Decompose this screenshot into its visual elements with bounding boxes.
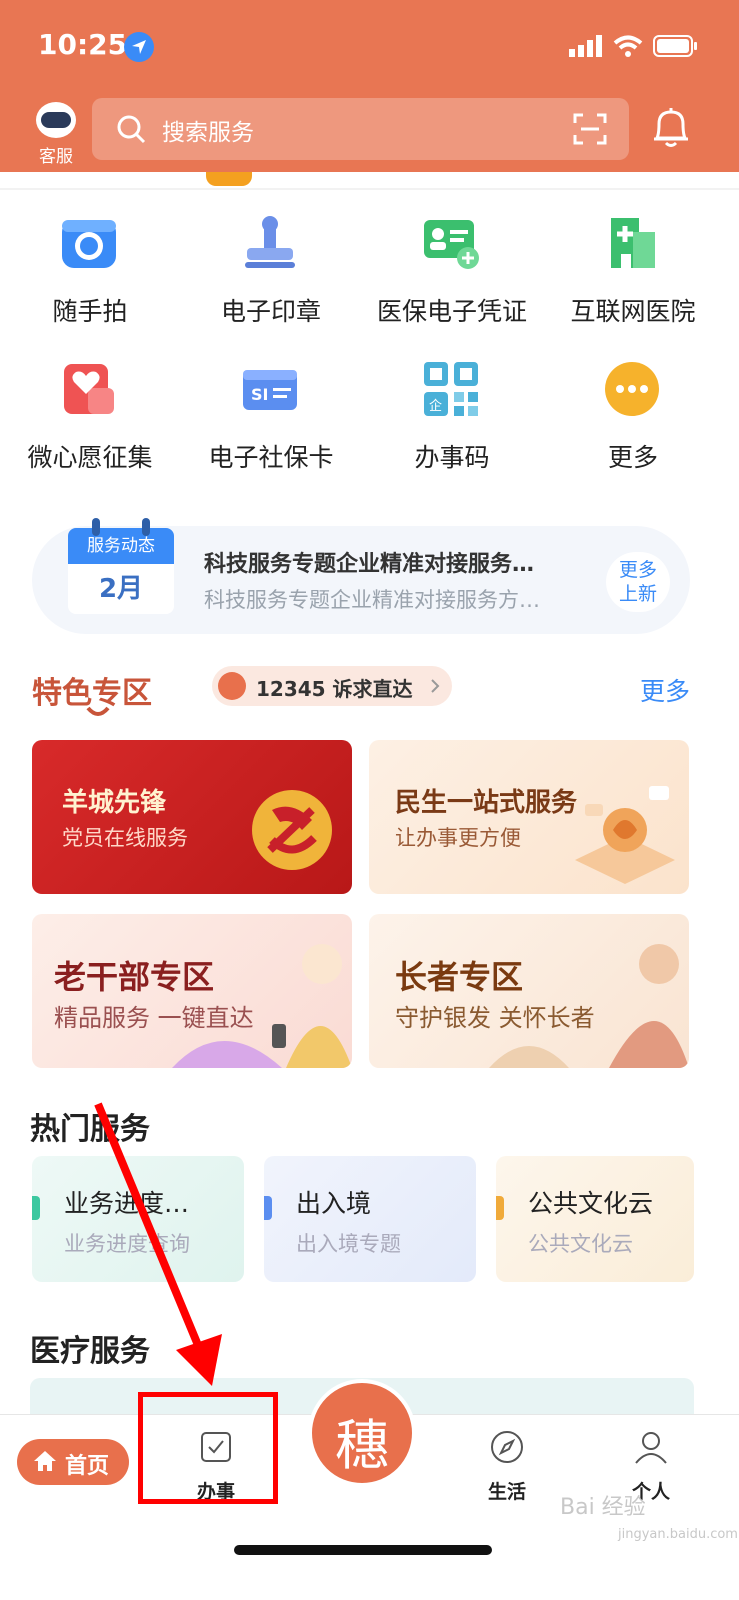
battery-icon [653, 35, 697, 57]
card-one-stop-service[interactable]: 民生一站式服务 让办事更方便 [369, 740, 689, 894]
wifi-icon [613, 35, 643, 57]
search-bar[interactable]: 搜索服务 [92, 98, 629, 160]
grid-item-label: 互联网医院 [570, 297, 696, 326]
calendar-title: 服务动态 [68, 528, 174, 564]
grid-item-medical-card[interactable]: 医保电子凭证 [362, 200, 542, 340]
medical-services-title: 医疗服务 [30, 1334, 150, 1369]
qr-code-icon: 企 [424, 362, 478, 416]
customer-service-label: 客服 [39, 147, 73, 167]
featured-more-link[interactable]: 更多 [640, 672, 690, 708]
bottom-tab-bar: 首页 办事 穗 生活 个人 Bai 经验 jingyan.baidu.com [0, 1379, 739, 1600]
card-title: 老干部专区 [54, 958, 215, 996]
tab-life-label: 生活 [487, 1481, 526, 1503]
card-title: 长者专区 [395, 958, 524, 996]
hot-item-business-progress[interactable]: 业务进度… 业务进度查询 [32, 1156, 244, 1282]
service-illustration [575, 786, 675, 884]
hot-item-title: 出入境 [296, 1189, 372, 1218]
news-subline: 科技服务专题企业精准对接服务方… [204, 588, 540, 612]
hot-services-title: 热门服务 [30, 1112, 150, 1147]
search-icon [117, 115, 146, 144]
annotation-highlight-box [138, 1392, 278, 1504]
medical-card-icon [424, 220, 479, 269]
grid-item-wish[interactable]: 微心愿征集 [0, 346, 180, 486]
hotline-12345-button[interactable]: 12345 诉求直达 [212, 666, 452, 706]
grid-item-hospital[interactable]: 互联网医院 [543, 200, 723, 340]
card-subtitle: 让办事更方便 [395, 826, 521, 850]
hospital-icon [611, 218, 655, 268]
card-subtitle: 党员在线服务 [62, 826, 188, 850]
card-subtitle: 精品服务 一键直达 [54, 1004, 254, 1032]
hot-item-subtitle: 公共文化云 [528, 1232, 633, 1256]
search-placeholder: 搜索服务 [162, 120, 254, 146]
scan-icon [573, 113, 607, 145]
card-veteran-cadres[interactable]: 老干部专区 精品服务 一键直达 [32, 914, 352, 1068]
title-underline-decoration [86, 706, 110, 716]
grid-item-label: 微心愿征集 [27, 443, 153, 472]
wish-icon [64, 364, 114, 414]
compass-icon [491, 1431, 523, 1463]
tab-home[interactable]: 首页 [17, 1439, 129, 1485]
grid-item-camera[interactable]: 随手拍 [0, 200, 180, 340]
city-logo-glyph: 穗 [335, 1414, 389, 1477]
news-headline: 科技服务专题企业精准对接服务… [204, 552, 535, 577]
customer-service-button[interactable]: 客服 [28, 98, 84, 168]
headset-icon [218, 672, 246, 700]
status-indicators [569, 34, 699, 58]
more-icon [605, 362, 659, 416]
hot-item-exit-entry[interactable]: 出入境 出入境专题 [264, 1156, 476, 1282]
app-header: 10:25 客服 搜索服务 [0, 0, 739, 172]
tab-home-label: 首页 [65, 1454, 110, 1479]
location-icon [124, 32, 154, 62]
service-news-bar[interactable]: 服务动态 2月 科技服务专题企业精准对接服务… 科技服务专题企业精准对接服务方…… [32, 518, 690, 634]
svg-text:企: 企 [429, 398, 442, 414]
party-emblem-icon [252, 790, 332, 870]
grid-item-label: 更多 [607, 443, 658, 472]
hotline-label: 12345 诉求直达 [256, 677, 413, 701]
center-logo-button[interactable]: 穗 [308, 1379, 416, 1487]
notification-bell-icon[interactable] [651, 106, 691, 150]
grid-item-qr-code[interactable]: 企 办事码 [362, 346, 542, 486]
hot-item-subtitle: 业务进度查询 [64, 1232, 190, 1256]
tab-life[interactable]: 生活 [462, 1429, 552, 1519]
chevron-right-icon [431, 679, 440, 693]
grid-item-more[interactable]: 更多 [543, 346, 723, 486]
calendar-icon: 服务动态 2月 [68, 518, 174, 622]
hot-item-title: 公共文化云 [528, 1189, 654, 1218]
grid-item-label: 医保电子凭证 [376, 297, 527, 326]
baidu-watermark-url: jingyan.baidu.com [618, 1527, 738, 1542]
grid-item-label: 电子社保卡 [208, 443, 334, 472]
banner-peek [206, 172, 252, 186]
grid-item-stamp[interactable]: 电子印章 [181, 200, 361, 340]
card-seniors[interactable]: 长者专区 守护银发 关怀长者 [369, 914, 689, 1068]
news-more-button[interactable]: 更多 上新 [606, 552, 670, 612]
baidu-watermark: Bai 经验 [560, 1495, 646, 1520]
stamp-icon [245, 216, 295, 268]
grid-item-label: 随手拍 [52, 297, 128, 326]
grid-item-label: 电子印章 [220, 297, 321, 326]
social-card-icon: SI [243, 370, 297, 410]
hot-item-subtitle: 出入境专题 [296, 1232, 401, 1256]
camera-icon [62, 220, 116, 268]
home-indicator [234, 1545, 492, 1555]
status-time: 10:25 [38, 28, 128, 61]
card-title: 民生一站式服务 [395, 788, 578, 818]
hot-item-culture-cloud[interactable]: 公共文化云 公共文化云 [496, 1156, 694, 1282]
signal-icon [569, 35, 602, 57]
user-icon [635, 1432, 667, 1464]
calendar-month: 2月 [68, 564, 174, 614]
grid-item-label: 办事码 [414, 443, 490, 472]
card-party-pioneer[interactable]: 羊城先锋 党员在线服务 [32, 740, 352, 894]
svg-text:SI: SI [251, 385, 268, 404]
card-title: 羊城先锋 [62, 788, 167, 818]
card-subtitle: 守护银发 关怀长者 [395, 1004, 595, 1032]
grid-item-social-card[interactable]: SI 电子社保卡 [181, 346, 361, 486]
home-icon [34, 1451, 56, 1471]
hot-item-title: 业务进度… [64, 1189, 190, 1218]
